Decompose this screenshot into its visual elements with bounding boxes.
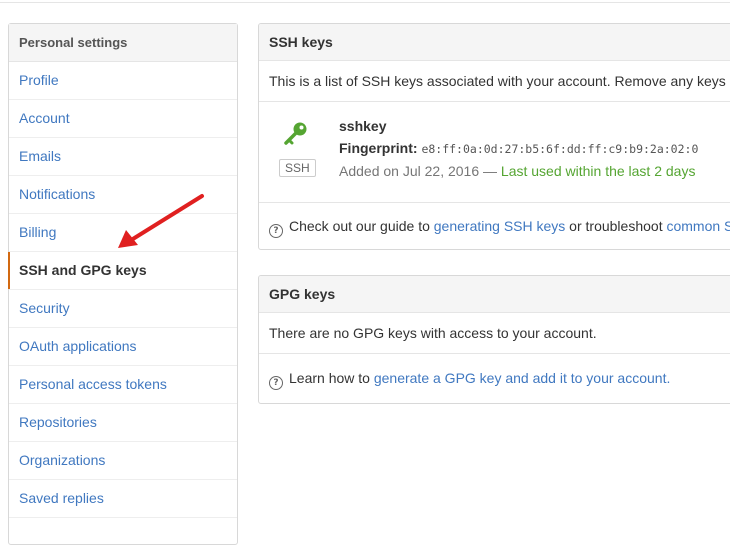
last-used-status: Last used within the last 2 days — [500, 163, 696, 179]
added-date: Added on Jul 22, 2016 — — [339, 163, 501, 179]
key-icon — [284, 122, 307, 145]
sidebar-title: Personal settings — [9, 24, 237, 62]
gpg-help-prefix: Learn how to — [289, 370, 374, 386]
sidebar-item-personal-access-tokens[interactable]: Personal access tokens — [9, 366, 237, 404]
settings-sidebar: Personal settings Profile Account Emails… — [8, 23, 238, 545]
generate-gpg-key-link[interactable]: generate a GPG key and add it to your ac… — [374, 370, 671, 386]
sidebar-item-security[interactable]: Security — [9, 290, 237, 328]
sidebar-item-profile[interactable]: Profile — [9, 62, 237, 100]
gpg-keys-title: GPG keys — [259, 276, 730, 313]
question-circle-icon: ? — [269, 376, 283, 390]
sidebar-item-emails[interactable]: Emails — [9, 138, 237, 176]
ssh-keys-title: SSH keys — [259, 24, 730, 61]
ssh-keys-panel: SSH keys This is a list of SSH keys asso… — [258, 23, 730, 250]
ssh-help-row: ? Check out our guide to generating SSH k… — [259, 203, 730, 249]
generating-ssh-keys-link[interactable]: generating SSH keys — [434, 218, 566, 234]
ssh-key-fingerprint: Fingerprint: e8:ff:0a:0d:27:b5:6f:dd:ff:… — [339, 140, 698, 156]
sidebar-item-account[interactable]: Account — [9, 100, 237, 138]
gpg-keys-empty-message: There are no GPG keys with access to you… — [259, 313, 730, 354]
gpg-help-row: ? Learn how to generate a GPG key and add… — [259, 354, 730, 403]
ssh-keys-description: This is a list of SSH keys associated wi… — [259, 61, 730, 102]
question-circle-icon: ? — [269, 224, 283, 238]
ssh-key-name: sshkey — [339, 118, 387, 134]
sidebar-item-repositories[interactable]: Repositories — [9, 404, 237, 442]
ssh-key-added: Added on Jul 22, 2016 — Last used within… — [339, 163, 695, 179]
ssh-help-mid: or troubleshoot — [565, 218, 667, 234]
sidebar-item-organizations[interactable]: Organizations — [9, 442, 237, 480]
ssh-help-prefix: Check out our guide to — [289, 218, 434, 234]
gpg-keys-panel: GPG keys There are no GPG keys with acce… — [258, 275, 730, 404]
top-border — [0, 0, 730, 3]
fingerprint-label: Fingerprint: — [339, 140, 418, 156]
sidebar-item-ssh-gpg-keys[interactable]: SSH and GPG keys — [8, 252, 237, 290]
ssh-key-item: SSH sshkey Fingerprint: e8:ff:0a:0d:27:b… — [259, 102, 730, 203]
sidebar-item-saved-replies[interactable]: Saved replies — [9, 480, 237, 518]
annotation-arrow-icon — [118, 194, 204, 248]
common-ssh-problems-link[interactable]: common S — [666, 218, 730, 234]
fingerprint-value: e8:ff:0a:0d:27:b5:6f:dd:ff:c9:b9:2a:02:0 — [421, 142, 699, 156]
ssh-type-badge: SSH — [279, 159, 316, 177]
sidebar-item-oauth-applications[interactable]: OAuth applications — [9, 328, 237, 366]
